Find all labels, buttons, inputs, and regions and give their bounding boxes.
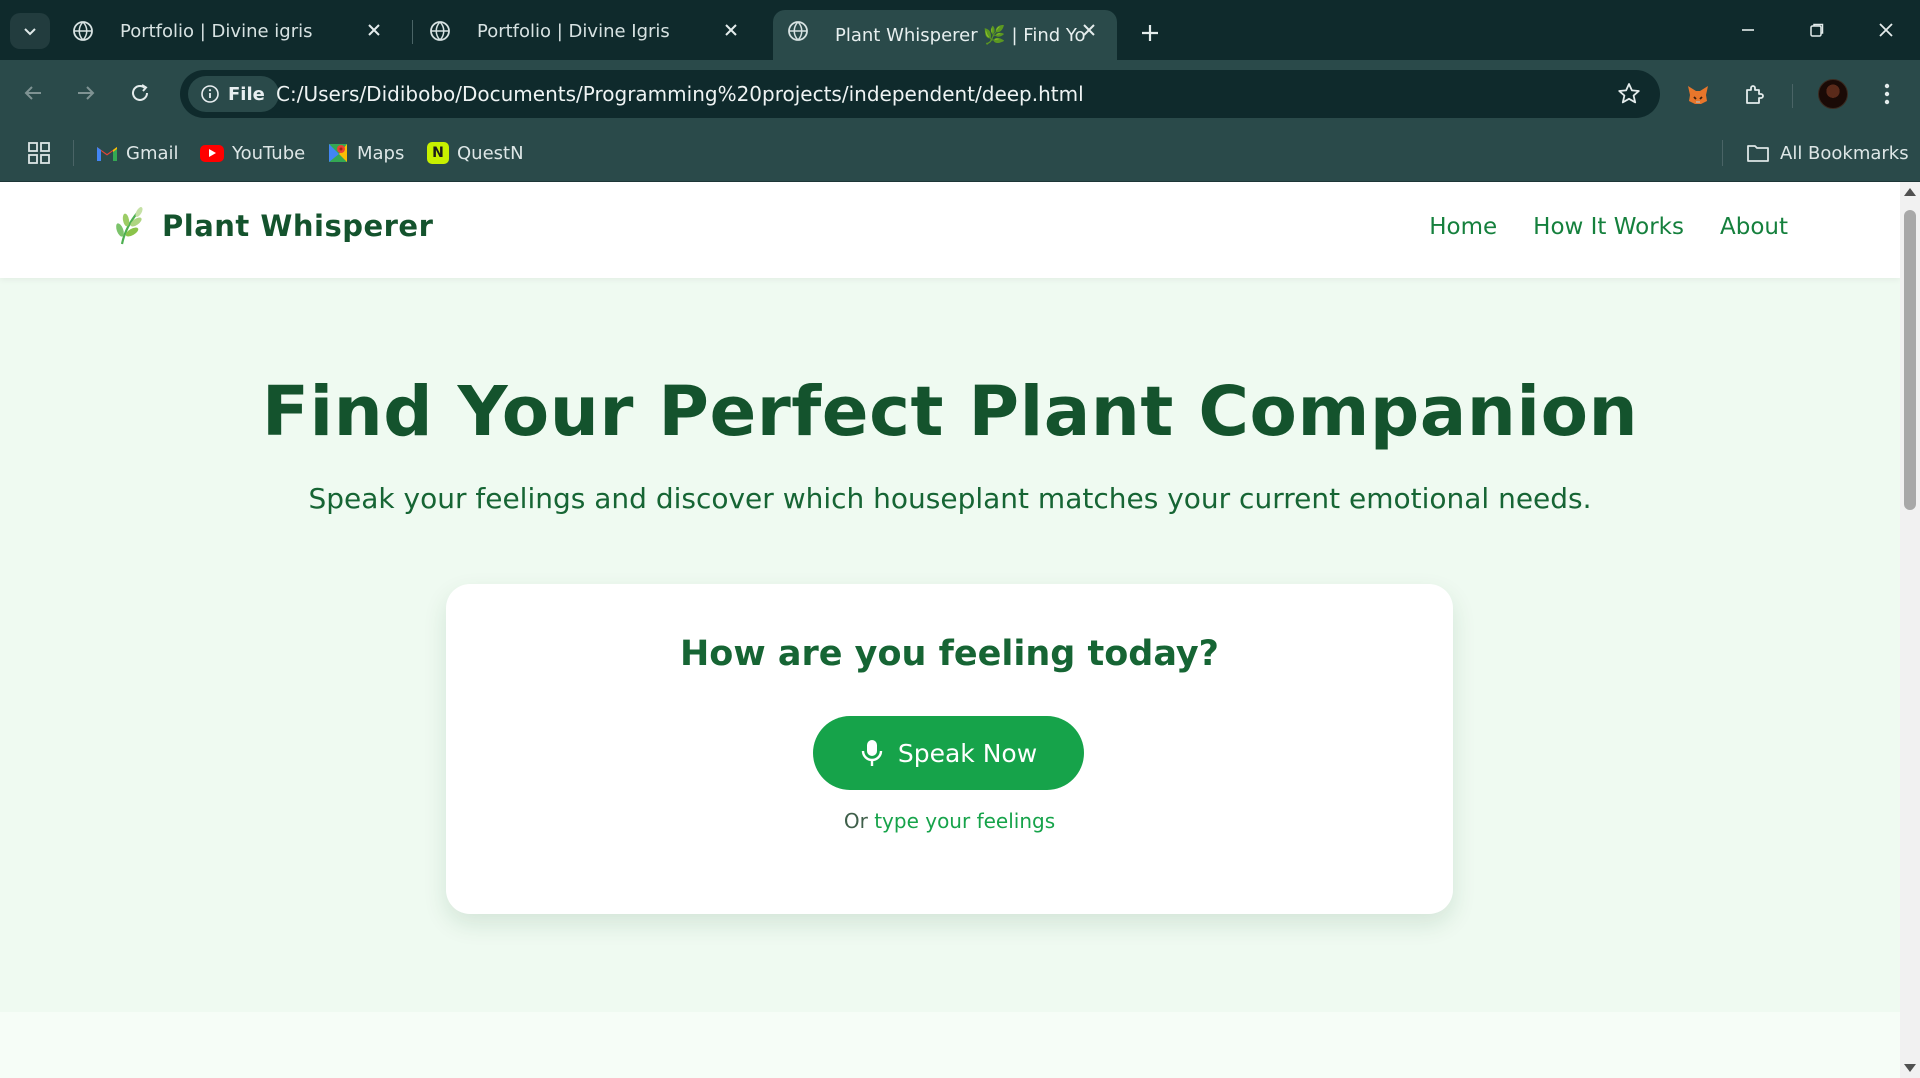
info-icon	[201, 85, 219, 103]
tab-title: Portfolio | Divine igris	[120, 20, 313, 42]
browser-toolbar: File C:/Users/Didibobo/Documents/Program…	[0, 60, 1920, 126]
tab-divider	[412, 20, 413, 44]
bookmarks-divider	[73, 140, 74, 166]
site-header: Plant Whisperer Home How It Works About	[0, 182, 1900, 278]
forward-button[interactable]	[68, 75, 104, 111]
more-vertical-icon	[1884, 83, 1890, 105]
close-icon[interactable]	[362, 18, 386, 42]
arrow-right-icon	[78, 86, 95, 100]
arrow-left-icon	[24, 86, 41, 100]
minimize-icon	[1742, 29, 1754, 31]
bookmarks-divider	[1722, 140, 1723, 166]
site-info-button[interactable]: File	[188, 76, 279, 112]
microphone-icon	[861, 740, 883, 766]
apps-grid-icon[interactable]	[26, 140, 52, 166]
page-viewport: Plant Whisperer Home How It Works About …	[0, 182, 1900, 1078]
bookmark-label: QuestN	[457, 142, 524, 164]
bookmark-label: YouTube	[232, 142, 306, 164]
speak-now-label: Speak Now	[897, 738, 1038, 768]
nav-about-link[interactable]: About	[1720, 214, 1788, 240]
plus-icon	[1142, 25, 1158, 41]
bookmark-youtube[interactable]: YouTube	[200, 138, 305, 168]
restore-button[interactable]	[1797, 14, 1837, 46]
toolbar-divider	[1792, 84, 1793, 108]
gmail-icon	[96, 142, 118, 164]
bookmark-gmail[interactable]: Gmail	[96, 138, 179, 168]
youtube-icon	[200, 144, 224, 162]
reload-button[interactable]	[122, 75, 158, 111]
type-alternative: Or type your feelings	[446, 809, 1453, 833]
hero-title: Find Your Perfect Plant Companion	[261, 372, 1639, 452]
globe-icon	[788, 21, 808, 41]
minimize-button[interactable]	[1728, 14, 1768, 46]
feelings-card: How are you feeling today? Speak Now Or …	[446, 584, 1453, 914]
globe-icon	[73, 21, 93, 41]
all-bookmarks-button[interactable]: All Bookmarks	[1746, 138, 1909, 168]
type-feelings-link[interactable]: type your feelings	[874, 809, 1055, 833]
scroll-up-arrow-icon[interactable]	[1904, 188, 1916, 196]
next-section	[0, 1012, 1900, 1078]
back-button[interactable]	[15, 75, 51, 111]
fox-icon	[1688, 86, 1708, 104]
nav-home-link[interactable]: Home	[1429, 214, 1497, 240]
nav-how-it-works-link[interactable]: How It Works	[1533, 214, 1684, 240]
close-icon	[1879, 23, 1893, 37]
star-icon[interactable]	[1616, 81, 1642, 107]
bookmark-maps[interactable]: Maps	[327, 138, 404, 168]
or-text: Or	[843, 809, 868, 833]
tab-plant-whisperer[interactable]: Plant Whisperer 🌿 | Find Your	[773, 10, 1117, 60]
maps-icon	[327, 142, 349, 164]
leaf-icon	[116, 207, 143, 245]
folder-icon	[1747, 145, 1769, 162]
questn-icon: N	[427, 142, 449, 164]
tab-title: Portfolio | Divine Igris	[477, 20, 670, 42]
bookmark-label: Maps	[357, 142, 405, 164]
tab-strip: Portfolio | Divine igris Portfolio | Div…	[0, 0, 1920, 60]
url-text[interactable]: C:/Users/Didibobo/Documents/Programming%…	[276, 82, 1084, 106]
bookmarks-bar: Gmail YouTube Maps N QuestN All Bookmark…	[0, 126, 1920, 182]
hero-subtitle: Speak your feelings and discover which h…	[308, 482, 1592, 515]
close-icon[interactable]	[719, 18, 743, 42]
scroll-down-arrow-icon[interactable]	[1904, 1064, 1916, 1072]
extensions-button[interactable]	[1736, 77, 1772, 113]
address-bar[interactable]: File C:/Users/Didibobo/Documents/Program…	[180, 70, 1660, 118]
avatar[interactable]	[1818, 79, 1848, 109]
tab-search-button[interactable]	[10, 13, 50, 49]
reload-icon	[132, 84, 148, 101]
puzzle-icon	[1746, 85, 1764, 104]
tab-portfolio-1[interactable]: Portfolio | Divine igris	[58, 10, 402, 52]
page-scrollbar[interactable]	[1900, 182, 1920, 1078]
all-bookmarks-label: All Bookmarks	[1780, 142, 1909, 164]
scrollbar-thumb[interactable]	[1904, 210, 1916, 510]
brand-name: Plant Whisperer	[162, 209, 434, 243]
chevron-down-icon	[24, 28, 36, 36]
main-nav: Home How It Works About	[1429, 214, 1788, 240]
new-tab-button[interactable]	[1132, 15, 1168, 51]
card-title: How are you feeling today?	[680, 634, 1219, 674]
globe-icon	[430, 21, 450, 41]
site-logo[interactable]: Plant Whisperer	[112, 206, 433, 246]
metamask-extension-button[interactable]	[1680, 77, 1716, 113]
bookmark-questn[interactable]: N QuestN	[427, 138, 524, 168]
tab-portfolio-2[interactable]: Portfolio | Divine Igris	[415, 10, 759, 52]
site-info-label: File	[228, 83, 265, 105]
bookmark-label: Gmail	[126, 142, 179, 164]
browser-menu-button[interactable]	[1872, 79, 1902, 109]
speak-now-button[interactable]: Speak Now	[813, 716, 1084, 790]
window-close-button[interactable]	[1866, 14, 1906, 46]
close-icon[interactable]	[1077, 18, 1101, 42]
tab-title: Plant Whisperer 🌿 | Find Your	[835, 24, 1085, 46]
restore-icon	[1810, 23, 1824, 37]
